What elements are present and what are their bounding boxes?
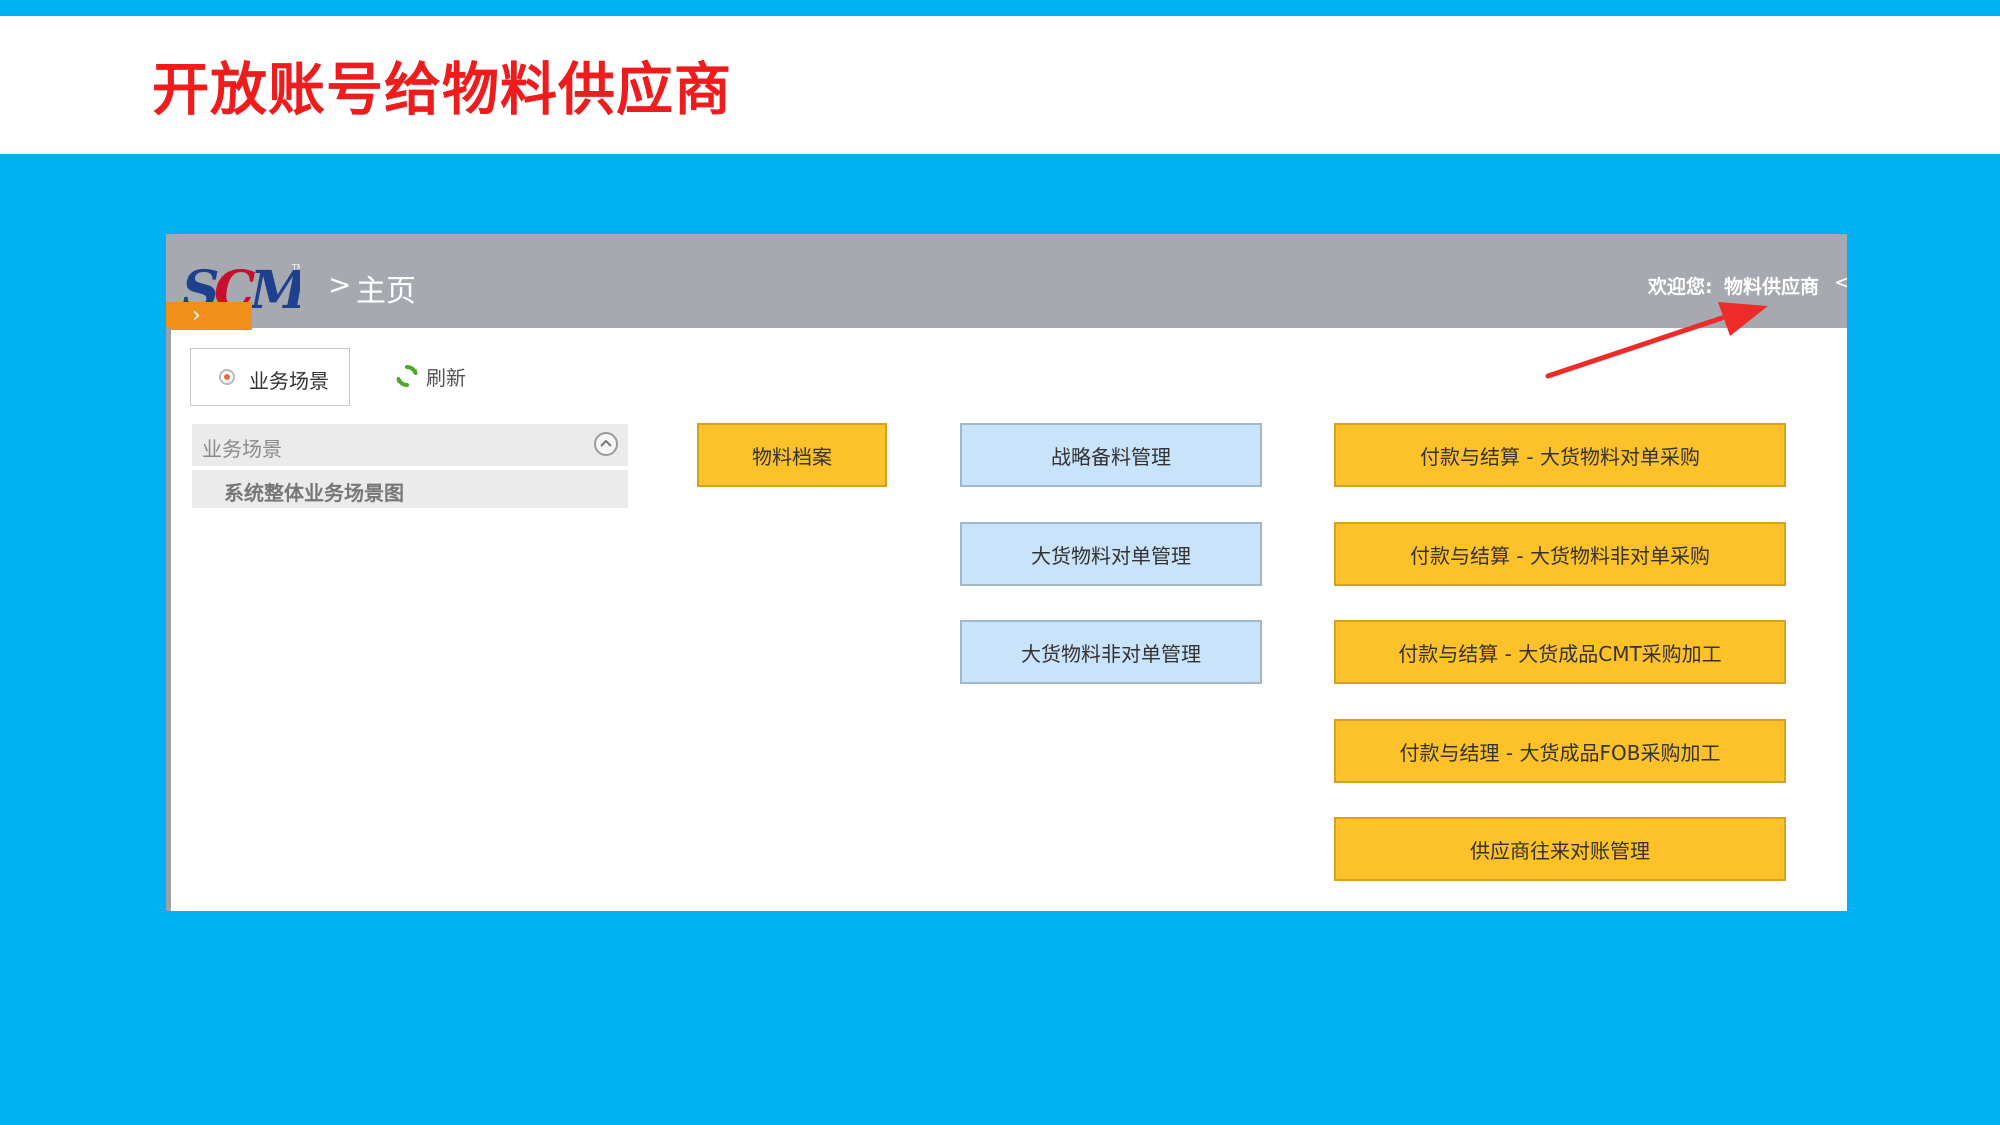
- breadcrumb-home[interactable]: 主页: [356, 266, 416, 310]
- tree-item-label: 系统整体业务场景图: [224, 481, 404, 505]
- tab-business-scene-label: 业务场景: [249, 369, 329, 393]
- tile-supplier-reconciliation[interactable]: 供应商往来对账管理: [1334, 817, 1786, 881]
- tree-header-label: 业务场景: [202, 437, 282, 461]
- tile-payment-bulk-nonorder[interactable]: 付款与结算 - 大货物料非对单采购: [1334, 522, 1786, 586]
- tile-strategic-stock[interactable]: 战略备料管理: [960, 423, 1262, 487]
- left-sidebar-border: [166, 328, 171, 911]
- welcome-user-name[interactable]: 物料供应商: [1724, 272, 1819, 299]
- scm-app-screenshot: S C M TM › > 主页 欢迎您: 物料供应商 < 业务场景 刷新 业务场…: [166, 234, 1847, 911]
- tree-header[interactable]: 业务场景: [192, 424, 628, 466]
- user-menu-caret[interactable]: <: [1834, 270, 1847, 294]
- tree-item-system-scene[interactable]: 系统整体业务场景图: [192, 470, 628, 508]
- tile-payment-cmt[interactable]: 付款与结算 - 大货成品CMT采购加工: [1334, 620, 1786, 684]
- welcome-label: 欢迎您:: [1648, 276, 1713, 298]
- refresh-button[interactable]: 刷新: [426, 362, 466, 391]
- tile-bulk-material-nonorder[interactable]: 大货物料非对单管理: [960, 620, 1262, 684]
- slide-title: 开放账号给物料供应商: [152, 57, 732, 123]
- refresh-icon[interactable]: [394, 363, 420, 389]
- sidebar-toggle[interactable]: ›: [166, 302, 252, 330]
- tile-material-archive[interactable]: 物料档案: [697, 423, 887, 487]
- app-header: S C M TM › > 主页 欢迎您: 物料供应商 <: [166, 234, 1847, 330]
- chevron-up-circle-icon[interactable]: [594, 432, 618, 456]
- tile-payment-bulk-order[interactable]: 付款与结算 - 大货物料对单采购: [1334, 423, 1786, 487]
- breadcrumb-separator: >: [328, 268, 352, 301]
- top-accent-strip: [0, 0, 2000, 16]
- tab-business-scene[interactable]: 业务场景: [190, 348, 350, 406]
- radio-selected-icon: [219, 369, 235, 385]
- svg-text:TM: TM: [291, 263, 300, 272]
- tile-payment-fob[interactable]: 付款与结理 - 大货成品FOB采购加工: [1334, 719, 1786, 783]
- tile-bulk-material-order[interactable]: 大货物料对单管理: [960, 522, 1262, 586]
